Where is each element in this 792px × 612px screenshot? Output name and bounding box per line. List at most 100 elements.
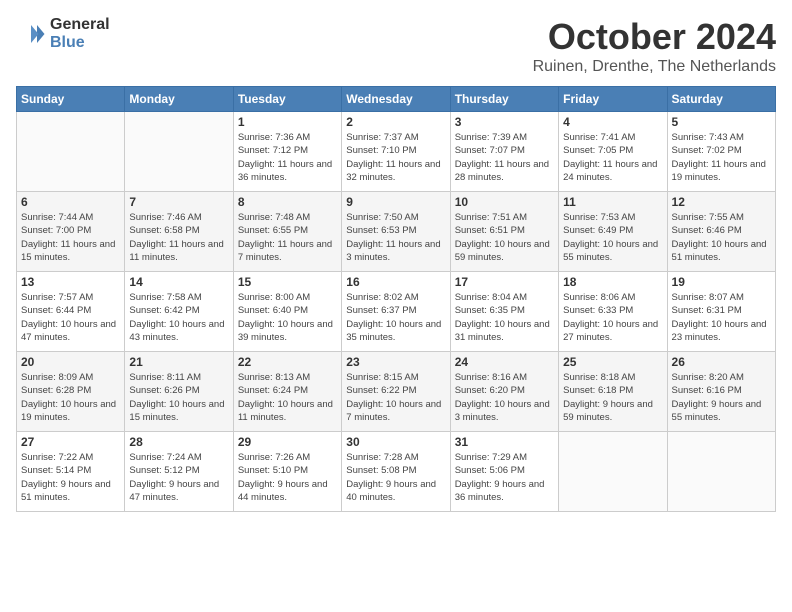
day-number: 9 [346, 195, 445, 209]
calendar-cell: 24 Sunrise: 8:16 AM Sunset: 6:20 PM Dayli… [450, 352, 558, 432]
day-info: Sunrise: 7:58 AM Sunset: 6:42 PM Dayligh… [129, 291, 228, 344]
day-number: 24 [455, 355, 554, 369]
day-info: Sunrise: 7:39 AM Sunset: 7:07 PM Dayligh… [455, 131, 554, 184]
day-number: 11 [563, 195, 662, 209]
day-info: Sunrise: 8:02 AM Sunset: 6:37 PM Dayligh… [346, 291, 445, 344]
day-number: 25 [563, 355, 662, 369]
day-number: 8 [238, 195, 337, 209]
calendar-week-row: 13 Sunrise: 7:57 AM Sunset: 6:44 PM Dayli… [17, 272, 776, 352]
calendar-cell: 17 Sunrise: 8:04 AM Sunset: 6:35 PM Dayli… [450, 272, 558, 352]
day-number: 6 [21, 195, 120, 209]
calendar-cell: 3 Sunrise: 7:39 AM Sunset: 7:07 PM Daylig… [450, 112, 558, 192]
calendar-cell: 13 Sunrise: 7:57 AM Sunset: 6:44 PM Dayli… [17, 272, 125, 352]
weekday-header: Tuesday [233, 87, 341, 112]
day-number: 13 [21, 275, 120, 289]
weekday-header: Saturday [667, 87, 775, 112]
calendar-cell: 23 Sunrise: 8:15 AM Sunset: 6:22 PM Dayli… [342, 352, 450, 432]
day-number: 10 [455, 195, 554, 209]
calendar-week-row: 6 Sunrise: 7:44 AM Sunset: 7:00 PM Daylig… [17, 192, 776, 272]
calendar-cell: 15Sunrise: 8:00 AM Sunset: 6:40 PM Dayli… [233, 272, 341, 352]
day-number: 2 [346, 115, 445, 129]
calendar-cell: 19 Sunrise: 8:07 AM Sunset: 6:31 PM Dayli… [667, 272, 775, 352]
day-info: Sunrise: 8:13 AM Sunset: 6:24 PM Dayligh… [238, 371, 337, 424]
day-number: 14 [129, 275, 228, 289]
day-number: 26 [672, 355, 771, 369]
day-info: Sunrise: 7:37 AM Sunset: 7:10 PM Dayligh… [346, 131, 445, 184]
day-info: Sunrise: 8:09 AM Sunset: 6:28 PM Dayligh… [21, 371, 120, 424]
day-info: Sunrise: 8:06 AM Sunset: 6:33 PM Dayligh… [563, 291, 662, 344]
day-number: 19 [672, 275, 771, 289]
day-info: Sunrise: 7:44 AM Sunset: 7:00 PM Dayligh… [21, 211, 120, 264]
day-number: 1 [238, 115, 337, 129]
weekday-header: Wednesday [342, 87, 450, 112]
day-info: Sunrise: 7:53 AM Sunset: 6:49 PM Dayligh… [563, 211, 662, 264]
day-number: 16 [346, 275, 445, 289]
day-info: Sunrise: 7:55 AM Sunset: 6:46 PM Dayligh… [672, 211, 771, 264]
day-info: Sunrise: 7:57 AM Sunset: 6:44 PM Dayligh… [21, 291, 120, 344]
day-info: Sunrise: 8:16 AM Sunset: 6:20 PM Dayligh… [455, 371, 554, 424]
logo-icon [16, 19, 46, 49]
calendar-cell [559, 432, 667, 512]
day-number: 22 [238, 355, 337, 369]
day-number: 17 [455, 275, 554, 289]
calendar-cell: 8 Sunrise: 7:48 AM Sunset: 6:55 PM Daylig… [233, 192, 341, 272]
calendar-cell: 9 Sunrise: 7:50 AM Sunset: 6:53 PM Daylig… [342, 192, 450, 272]
logo-text: General Blue [50, 16, 110, 51]
day-number: 23 [346, 355, 445, 369]
day-info: Sunrise: 7:41 AM Sunset: 7:05 PM Dayligh… [563, 131, 662, 184]
day-info: Sunrise: 7:43 AM Sunset: 7:02 PM Dayligh… [672, 131, 771, 184]
calendar-cell: 27 Sunrise: 7:22 AM Sunset: 5:14 PM Dayli… [17, 432, 125, 512]
day-info: Sunrise: 8:11 AM Sunset: 6:26 PM Dayligh… [129, 371, 228, 424]
calendar-week-row: 1Sunrise: 7:36 AM Sunset: 7:12 PM Daylig… [17, 112, 776, 192]
day-info: Sunrise: 7:26 AM Sunset: 5:10 PM Dayligh… [238, 451, 337, 504]
calendar-cell: 10Sunrise: 7:51 AM Sunset: 6:51 PM Dayli… [450, 192, 558, 272]
day-number: 29 [238, 435, 337, 449]
logo-blue-label: Blue [50, 34, 110, 52]
day-info: Sunrise: 8:15 AM Sunset: 6:22 PM Dayligh… [346, 371, 445, 424]
calendar-cell: 30 Sunrise: 7:28 AM Sunset: 5:08 PM Dayli… [342, 432, 450, 512]
calendar-cell: 25Sunrise: 8:18 AM Sunset: 6:18 PM Dayli… [559, 352, 667, 432]
day-info: Sunrise: 8:00 AM Sunset: 6:40 PM Dayligh… [238, 291, 337, 344]
calendar-table: SundayMondayTuesdayWednesdayThursdayFrid… [16, 86, 776, 512]
calendar-subtitle: Ruinen, Drenthe, The Netherlands [533, 58, 776, 76]
day-info: Sunrise: 8:20 AM Sunset: 6:16 PM Dayligh… [672, 371, 771, 424]
day-number: 3 [455, 115, 554, 129]
calendar-cell: 31Sunrise: 7:29 AM Sunset: 5:06 PM Dayli… [450, 432, 558, 512]
weekday-header: Friday [559, 87, 667, 112]
day-info: Sunrise: 8:04 AM Sunset: 6:35 PM Dayligh… [455, 291, 554, 344]
calendar-cell: 21 Sunrise: 8:11 AM Sunset: 6:26 PM Dayli… [125, 352, 233, 432]
weekday-header: Thursday [450, 87, 558, 112]
day-number: 12 [672, 195, 771, 209]
calendar-cell [17, 112, 125, 192]
day-number: 21 [129, 355, 228, 369]
calendar-cell: 14 Sunrise: 7:58 AM Sunset: 6:42 PM Dayli… [125, 272, 233, 352]
calendar-cell: 1Sunrise: 7:36 AM Sunset: 7:12 PM Daylig… [233, 112, 341, 192]
day-info: Sunrise: 7:50 AM Sunset: 6:53 PM Dayligh… [346, 211, 445, 264]
day-number: 7 [129, 195, 228, 209]
calendar-cell: 26 Sunrise: 8:20 AM Sunset: 6:16 PM Dayli… [667, 352, 775, 432]
day-info: Sunrise: 7:22 AM Sunset: 5:14 PM Dayligh… [21, 451, 120, 504]
calendar-cell: 11 Sunrise: 7:53 AM Sunset: 6:49 PM Dayli… [559, 192, 667, 272]
day-number: 20 [21, 355, 120, 369]
day-number: 27 [21, 435, 120, 449]
calendar-cell [125, 112, 233, 192]
logo-general-label: General [50, 16, 110, 34]
day-number: 31 [455, 435, 554, 449]
day-number: 28 [129, 435, 228, 449]
calendar-cell: 29 Sunrise: 7:26 AM Sunset: 5:10 PM Dayli… [233, 432, 341, 512]
day-info: Sunrise: 8:07 AM Sunset: 6:31 PM Dayligh… [672, 291, 771, 344]
calendar-week-row: 27 Sunrise: 7:22 AM Sunset: 5:14 PM Dayli… [17, 432, 776, 512]
day-info: Sunrise: 7:48 AM Sunset: 6:55 PM Dayligh… [238, 211, 337, 264]
calendar-cell: 4 Sunrise: 7:41 AM Sunset: 7:05 PM Daylig… [559, 112, 667, 192]
day-info: Sunrise: 7:28 AM Sunset: 5:08 PM Dayligh… [346, 451, 445, 504]
day-number: 30 [346, 435, 445, 449]
calendar-title: October 2024 [533, 16, 776, 58]
calendar-week-row: 20 Sunrise: 8:09 AM Sunset: 6:28 PM Dayli… [17, 352, 776, 432]
calendar-header: SundayMondayTuesdayWednesdayThursdayFrid… [17, 87, 776, 112]
calendar-cell: 7Sunrise: 7:46 AM Sunset: 6:58 PM Daylig… [125, 192, 233, 272]
logo: General Blue [16, 16, 110, 51]
calendar-cell [667, 432, 775, 512]
day-number: 4 [563, 115, 662, 129]
weekday-header: Sunday [17, 87, 125, 112]
calendar-cell: 2 Sunrise: 7:37 AM Sunset: 7:10 PM Daylig… [342, 112, 450, 192]
